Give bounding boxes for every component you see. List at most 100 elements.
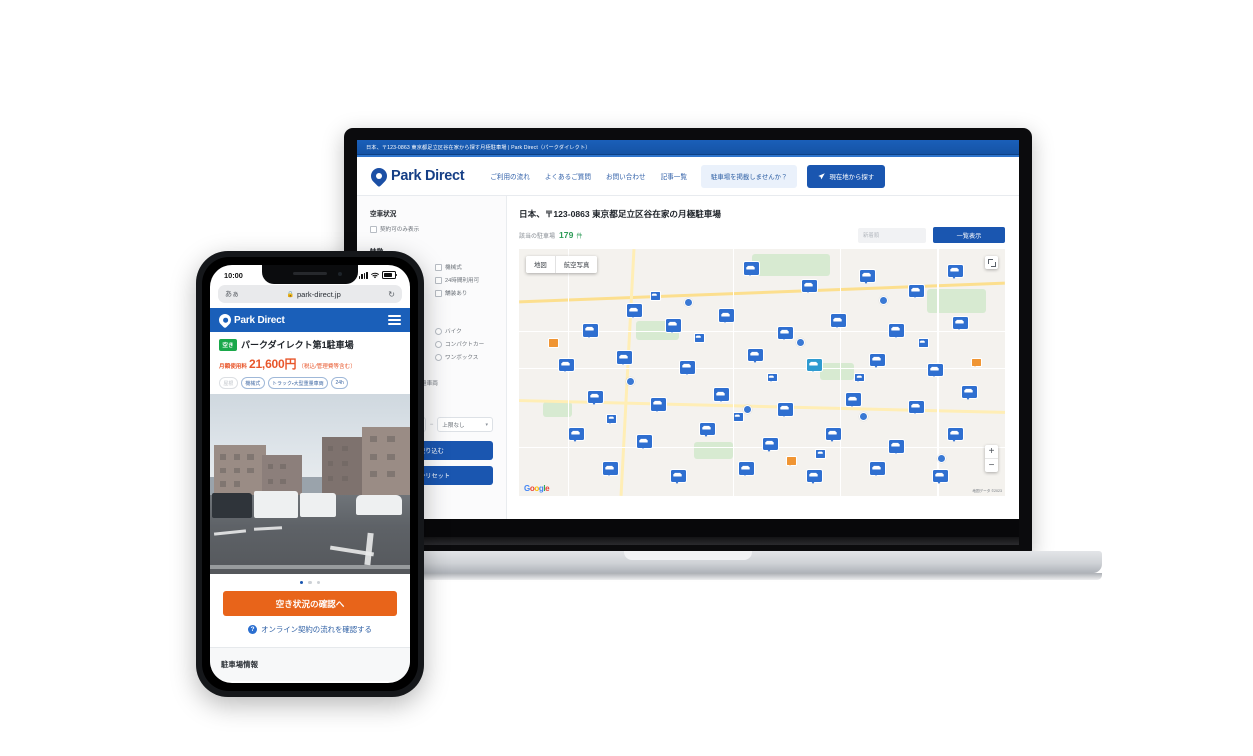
map-marker-parking[interactable] — [868, 352, 886, 369]
map-marker-parking[interactable] — [567, 426, 585, 443]
map-marker-parking-small[interactable] — [606, 414, 618, 425]
map-marker-parking[interactable] — [747, 347, 765, 364]
map-marker-parking[interactable] — [907, 283, 925, 300]
map-marker-parking[interactable] — [927, 362, 945, 379]
map-marker-poi[interactable] — [786, 456, 798, 467]
map-marker-dot[interactable] — [936, 454, 946, 463]
nav-item-faq[interactable]: よくあるご質問 — [545, 171, 591, 181]
map-marker-parking[interactable] — [825, 426, 843, 443]
map-marker-parking[interactable] — [679, 360, 697, 376]
map-marker-poi[interactable] — [548, 337, 560, 348]
browser-address-bar[interactable]: あぁ 🔒 park-direct.jp ↻ — [218, 285, 402, 303]
filter-feature-24h[interactable]: 24時間利用可 — [435, 276, 490, 284]
map-marker-parking[interactable] — [932, 468, 950, 485]
map-marker-dot[interactable] — [796, 337, 806, 347]
map-fullscreen-button[interactable] — [985, 256, 998, 269]
map-marker-parking[interactable] — [805, 468, 823, 485]
list-view-button[interactable]: 一覧表示 — [933, 227, 1005, 243]
radio-icon[interactable] — [435, 327, 442, 335]
url-text[interactable]: park-direct.jp — [297, 290, 341, 299]
map-marker-parking[interactable] — [582, 323, 600, 339]
map-tab-map[interactable]: 地図 — [526, 256, 555, 273]
map-marker-parking[interactable] — [669, 468, 687, 485]
map-marker-parking-small[interactable] — [766, 372, 778, 383]
filter-option-contract-only[interactable]: 契約可のみ表示 — [370, 225, 419, 233]
car-icon — [608, 417, 614, 420]
checkbox-icon[interactable] — [435, 289, 442, 297]
map-marker-parking[interactable] — [805, 357, 823, 374]
map-marker-parking-small[interactable] — [693, 332, 705, 343]
map-marker-parking[interactable] — [951, 315, 969, 332]
list-your-lot-button[interactable]: 駐車場を掲載しませんか？ — [700, 164, 798, 188]
map-marker-parking[interactable] — [776, 402, 794, 418]
map-marker-parking[interactable] — [635, 434, 653, 450]
mobile-logo[interactable]: Park Direct — [216, 311, 285, 329]
filter-feature-mechanical[interactable]: 機械式 — [435, 263, 490, 271]
text-size-icon[interactable]: あぁ — [225, 289, 239, 299]
map-marker-parking[interactable] — [946, 426, 964, 443]
map-marker-parking-small[interactable] — [815, 449, 827, 459]
photo-carousel-dots[interactable] — [210, 574, 410, 592]
map-tab-satellite[interactable]: 航空写真 — [554, 256, 598, 273]
site-logo[interactable]: Park Direct — [367, 164, 465, 188]
map-marker-parking-small[interactable] — [917, 337, 929, 348]
map-marker-parking[interactable] — [625, 303, 643, 319]
map-marker-parking[interactable] — [698, 421, 716, 438]
nav-item-flow[interactable]: ご利用の流れ — [490, 171, 530, 181]
map-marker-parking[interactable] — [737, 461, 755, 477]
map-marker-parking[interactable] — [587, 389, 605, 406]
carousel-dot[interactable] — [308, 580, 312, 585]
filter-vehicle-onebox[interactable]: ワンボックス — [435, 353, 490, 361]
radio-icon[interactable] — [435, 353, 442, 361]
hamburger-menu-icon[interactable] — [388, 314, 401, 326]
map-marker-parking-small[interactable] — [732, 412, 744, 422]
map-canvas[interactable] — [519, 249, 1005, 496]
sort-select[interactable]: 新着順 — [858, 227, 926, 243]
nav-item-articles[interactable]: 記事一覧 — [661, 171, 687, 181]
map-marker-parking[interactable] — [713, 387, 731, 403]
map-zoom-in-button[interactable]: + — [985, 445, 998, 458]
radio-icon[interactable] — [435, 340, 442, 348]
check-availability-button[interactable]: 空き状況の確認へ — [223, 591, 397, 617]
map-marker-parking[interactable] — [844, 392, 862, 408]
search-nearby-button[interactable]: 現在地から探す — [807, 164, 886, 188]
map-zoom-out-button[interactable]: − — [985, 458, 998, 472]
checkbox-icon[interactable] — [435, 276, 442, 284]
map-marker-parking[interactable] — [616, 350, 634, 366]
map-marker-parking[interactable] — [868, 461, 886, 477]
online-contract-flow-link[interactable]: ? オンライン契約の流れを確認する — [210, 624, 410, 635]
map-marker-parking-small[interactable] — [650, 290, 662, 301]
carousel-dot-active[interactable] — [299, 580, 304, 585]
reload-icon[interactable]: ↻ — [388, 290, 395, 299]
map-marker-parking[interactable] — [650, 397, 668, 413]
checkbox-icon[interactable] — [370, 225, 377, 233]
map-marker-parking[interactable] — [762, 436, 779, 453]
map-marker-parking[interactable] — [946, 263, 964, 280]
filter-vehicle-bike[interactable]: バイク — [435, 327, 490, 335]
map-marker-parking[interactable] — [742, 261, 760, 277]
map-marker-dot[interactable] — [742, 404, 752, 414]
carousel-dot[interactable] — [316, 580, 321, 585]
map-marker-parking[interactable] — [718, 308, 736, 324]
map-container[interactable]: 地図 航空写真 + − G o o g l e 地図データ ©2023 — [519, 249, 1005, 496]
map-marker-poi[interactable] — [970, 357, 982, 368]
checkbox-icon[interactable] — [435, 263, 442, 271]
listing-photo[interactable] — [210, 394, 410, 575]
map-marker-parking-small[interactable] — [854, 372, 866, 383]
map-marker-parking[interactable] — [830, 313, 848, 329]
map-marker-dot[interactable] — [878, 295, 888, 305]
map-marker-parking[interactable] — [800, 278, 818, 295]
nav-item-contact[interactable]: お問い合わせ — [606, 171, 646, 181]
map-marker-parking[interactable] — [888, 439, 906, 455]
map-marker-parking[interactable] — [776, 325, 794, 342]
fee-max-select[interactable]: 上限なし ▾ — [437, 417, 494, 432]
map-marker-parking[interactable] — [888, 323, 906, 339]
filter-feature-paved[interactable]: 舗装あり — [435, 289, 490, 297]
map-marker-parking[interactable] — [859, 268, 877, 285]
map-marker-parking[interactable] — [664, 318, 682, 334]
map-marker-parking[interactable] — [907, 399, 925, 416]
filter-vehicle-compact[interactable]: コンパクトカー — [435, 340, 490, 348]
map-marker-parking[interactable] — [961, 384, 979, 401]
map-marker-parking[interactable] — [557, 357, 575, 374]
map-marker-parking[interactable] — [601, 461, 619, 477]
